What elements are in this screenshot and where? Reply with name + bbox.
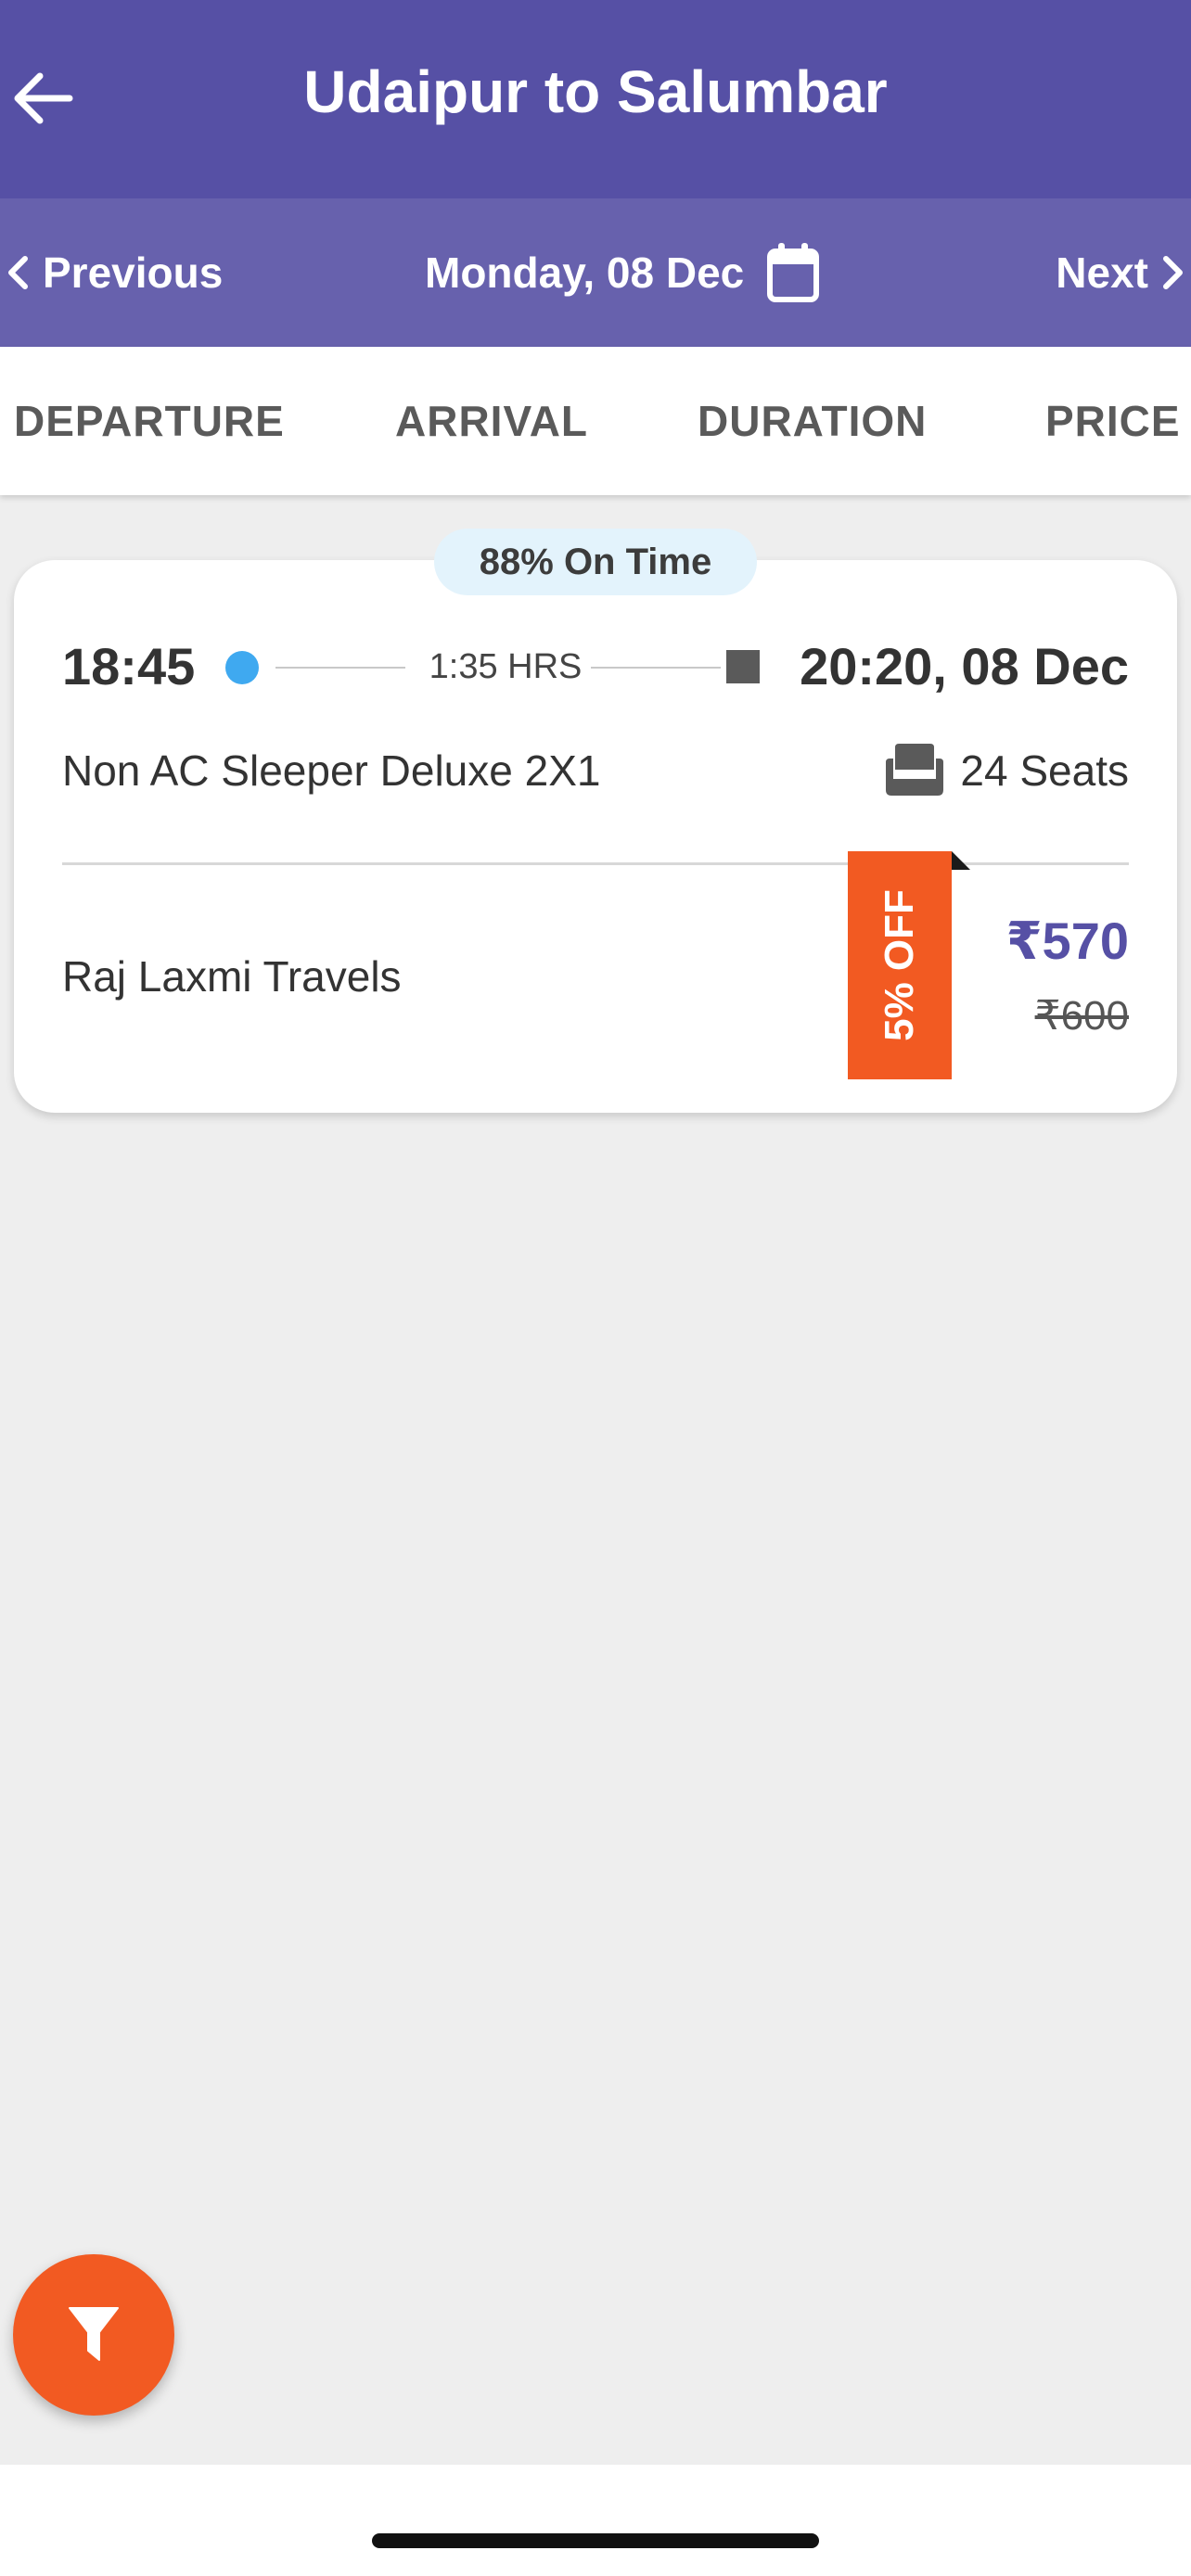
timeline-line [275,667,405,669]
discount-ribbon: 5% OFF [848,851,952,1079]
chevron-left-icon [8,256,28,289]
on-time-badge: 88% On Time [434,529,757,595]
bottom-safe-area [0,2465,1191,2576]
seats-available: 24 Seats [884,742,1129,799]
seat-icon [886,744,944,796]
arrival-square-icon [726,650,760,683]
arrow-left-icon [14,72,73,124]
sort-tab-arrival[interactable]: ARRIVAL [395,347,588,495]
bus-type: Non AC Sleeper Deluxe 2X1 [62,746,601,795]
fare-price: ₹570 [1005,912,1129,970]
sort-tabs: DEPARTURE ARRIVAL DURATION PRICE [0,347,1191,495]
home-indicator[interactable] [372,2533,819,2548]
page-title: Udaipur to Salumbar [303,58,888,125]
arrival-time: 20:20, 08 Dec [800,637,1129,695]
original-fare-price: ₹600 [1034,993,1129,1039]
sort-tab-departure[interactable]: DEPARTURE [14,347,285,495]
app-bar: Udaipur to Salumbar [0,0,1191,198]
sort-tab-duration[interactable]: DURATION [698,347,927,495]
ribbon-fold [952,851,970,870]
date-navigation-bar: Previous Monday, 08 Dec Next [0,198,1191,347]
filter-button[interactable] [13,2254,174,2416]
chevron-right-icon [1163,256,1183,289]
date-picker-button[interactable]: Monday, 08 Dec [425,236,820,310]
sort-tab-price[interactable]: PRICE [1045,347,1181,495]
selected-date-label: Monday, 08 Dec [425,249,745,297]
calendar-icon [767,243,820,302]
discount-label: 5% OFF [877,889,922,1041]
timeline-line [591,667,721,669]
bus-result-card[interactable]: 18:45 1:35 HRS 20:20, 08 Dec Non AC Slee… [14,560,1177,1113]
trip-duration: 1:35 HRS [429,647,583,686]
back-button[interactable] [0,46,83,150]
next-day-label: Next [1056,249,1148,297]
departure-dot-icon [225,651,259,684]
previous-day-label: Previous [43,249,224,297]
seats-label: 24 Seats [960,746,1129,795]
previous-day-button[interactable]: Previous [6,236,223,310]
departure-time: 18:45 [62,637,196,695]
next-day-button[interactable]: Next [1056,236,1185,310]
operator-name: Raj Laxmi Travels [62,952,402,1001]
filter-icon [69,2307,119,2361]
